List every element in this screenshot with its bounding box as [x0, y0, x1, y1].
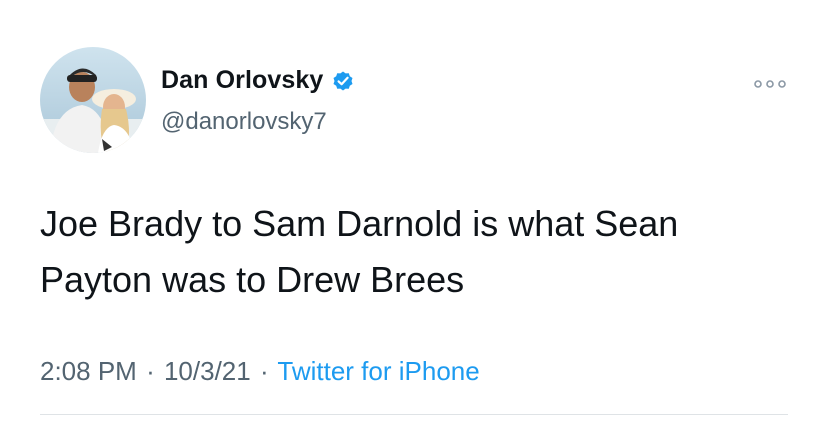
meta-separator: ·	[259, 356, 269, 386]
verified-badge-icon	[331, 69, 355, 93]
author-name-row: Dan Orlovsky	[161, 66, 355, 95]
author-handle[interactable]: @danorlovsky7	[161, 108, 327, 136]
author-display-name[interactable]: Dan Orlovsky	[161, 66, 323, 95]
more-options-icon[interactable]	[753, 76, 787, 88]
tweet-date[interactable]: 10/3/21	[164, 356, 251, 386]
tweet-time[interactable]: 2:08 PM	[40, 356, 137, 386]
meta-separator: ·	[146, 356, 155, 386]
divider	[40, 414, 788, 415]
profile-photo	[40, 47, 146, 153]
avatar[interactable]	[40, 47, 146, 153]
tweet-text: Joe Brady to Sam Darnold is what Sean Pa…	[40, 203, 679, 300]
tweet-source-link[interactable]: Twitter for iPhone	[277, 356, 479, 386]
tweet-meta: 2:08 PM · 10/3/21 · Twitter for iPhone	[40, 356, 480, 387]
